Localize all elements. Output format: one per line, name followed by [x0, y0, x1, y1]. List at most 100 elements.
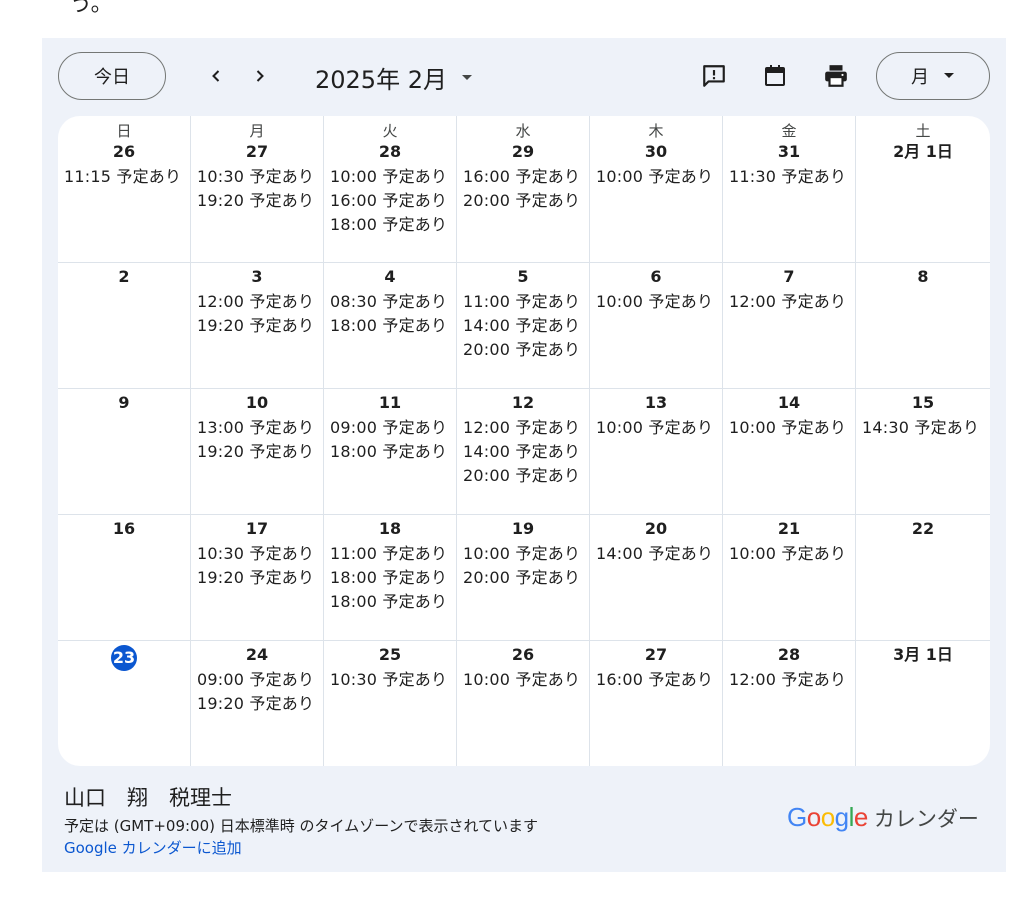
event-item[interactable]: 08:30 予定あり: [330, 290, 456, 314]
event-item[interactable]: 19:20 予定あり: [197, 440, 323, 464]
day-cell[interactable]: 日 26 11:15 予定あり: [58, 116, 191, 263]
date-number[interactable]: 11: [379, 393, 401, 413]
event-item[interactable]: 18:00 予定あり: [330, 314, 456, 338]
day-cell[interactable]: 21 10:00 予定あり: [723, 515, 856, 641]
event-item[interactable]: 10:00 予定あり: [463, 542, 589, 566]
date-number[interactable]: 18: [379, 519, 401, 539]
day-cell[interactable]: 水 29 16:00 予定あり 20:00 予定あり: [457, 116, 590, 263]
day-cell[interactable]: 月 27 10:30 予定あり 19:20 予定あり: [191, 116, 324, 263]
view-selector-dropdown[interactable]: 月: [876, 52, 990, 100]
date-number[interactable]: 28: [778, 645, 800, 665]
event-item[interactable]: 10:00 予定あり: [596, 165, 722, 189]
day-cell[interactable]: 15 14:30 予定あり: [856, 389, 990, 515]
previous-month-button[interactable]: [198, 58, 234, 94]
event-item[interactable]: 18:00 予定あり: [330, 566, 456, 590]
add-to-google-calendar-link[interactable]: Google カレンダーに追加: [64, 837, 242, 858]
date-number[interactable]: 26: [113, 142, 135, 162]
feedback-button[interactable]: [698, 60, 730, 92]
date-number[interactable]: 10: [246, 393, 268, 413]
date-number[interactable]: 2月 1日: [893, 142, 953, 162]
day-cell[interactable]: 土 2月 1日: [856, 116, 990, 263]
month-title-dropdown[interactable]: 2025年 2月: [315, 60, 473, 95]
day-cell[interactable]: 火 28 10:00 予定あり 16:00 予定あり 18:00 予定あり: [324, 116, 457, 263]
event-item[interactable]: 10:00 予定あり: [729, 542, 855, 566]
event-item[interactable]: 20:00 予定あり: [463, 566, 589, 590]
day-cell[interactable]: 19 10:00 予定あり 20:00 予定あり: [457, 515, 590, 641]
date-number[interactable]: 8: [917, 267, 928, 287]
event-item[interactable]: 18:00 予定あり: [330, 440, 456, 464]
day-cell[interactable]: 5 11:00 予定あり 14:00 予定あり 20:00 予定あり: [457, 263, 590, 389]
date-number[interactable]: 16: [113, 519, 135, 539]
event-item[interactable]: 10:30 予定あり: [197, 542, 323, 566]
date-number[interactable]: 17: [246, 519, 268, 539]
day-cell[interactable]: 24 09:00 予定あり 19:20 予定あり: [191, 641, 324, 766]
date-number[interactable]: 25: [379, 645, 401, 665]
date-number[interactable]: 20: [645, 519, 667, 539]
date-number[interactable]: 3月 1日: [893, 645, 953, 665]
day-cell[interactable]: 14 10:00 予定あり: [723, 389, 856, 515]
date-number[interactable]: 21: [778, 519, 800, 539]
date-number[interactable]: 27: [246, 142, 268, 162]
print-button[interactable]: [820, 60, 852, 92]
today-button[interactable]: 今日: [58, 52, 166, 100]
event-item[interactable]: 19:20 予定あり: [197, 566, 323, 590]
day-cell[interactable]: 26 10:00 予定あり: [457, 641, 590, 766]
day-cell[interactable]: 17 10:30 予定あり 19:20 予定あり: [191, 515, 324, 641]
event-item[interactable]: 10:00 予定あり: [729, 416, 855, 440]
day-cell[interactable]: 3 12:00 予定あり 19:20 予定あり: [191, 263, 324, 389]
day-cell[interactable]: 6 10:00 予定あり: [590, 263, 723, 389]
event-item[interactable]: 10:00 予定あり: [330, 165, 456, 189]
day-cell[interactable]: 11 09:00 予定あり 18:00 予定あり: [324, 389, 457, 515]
day-cell[interactable]: 8: [856, 263, 990, 389]
event-item[interactable]: 14:00 予定あり: [463, 314, 589, 338]
date-number[interactable]: 22: [912, 519, 934, 539]
date-number[interactable]: 12: [512, 393, 534, 413]
date-number[interactable]: 29: [512, 142, 534, 162]
next-month-button[interactable]: [242, 58, 278, 94]
event-item[interactable]: 19:20 予定あり: [197, 314, 323, 338]
event-item[interactable]: 20:00 予定あり: [463, 338, 589, 362]
date-number[interactable]: 28: [379, 142, 401, 162]
day-cell[interactable]: 3月 1日: [856, 641, 990, 766]
day-cell[interactable]: 12 12:00 予定あり 14:00 予定あり 20:00 予定あり: [457, 389, 590, 515]
date-number[interactable]: 7: [783, 267, 794, 287]
event-item[interactable]: 18:00 予定あり: [330, 213, 456, 237]
calendar-view-button[interactable]: [759, 60, 791, 92]
day-cell[interactable]: 22: [856, 515, 990, 641]
event-item[interactable]: 11:00 予定あり: [330, 542, 456, 566]
day-cell[interactable]: 金 31 11:30 予定あり: [723, 116, 856, 263]
day-cell[interactable]: 7 12:00 予定あり: [723, 263, 856, 389]
day-cell[interactable]: 10 13:00 予定あり 19:20 予定あり: [191, 389, 324, 515]
day-cell[interactable]: 20 14:00 予定あり: [590, 515, 723, 641]
day-cell[interactable]: 13 10:00 予定あり: [590, 389, 723, 515]
event-item[interactable]: 16:00 予定あり: [596, 668, 722, 692]
today-date-number[interactable]: 23: [111, 645, 137, 671]
event-item[interactable]: 18:00 予定あり: [330, 590, 456, 614]
event-item[interactable]: 16:00 予定あり: [330, 189, 456, 213]
event-item[interactable]: 11:00 予定あり: [463, 290, 589, 314]
event-item[interactable]: 10:00 予定あり: [596, 290, 722, 314]
event-item[interactable]: 20:00 予定あり: [463, 464, 589, 488]
date-number[interactable]: 4: [384, 267, 395, 287]
event-item[interactable]: 12:00 予定あり: [729, 668, 855, 692]
day-cell[interactable]: 27 16:00 予定あり: [590, 641, 723, 766]
event-item[interactable]: 13:00 予定あり: [197, 416, 323, 440]
event-item[interactable]: 12:00 予定あり: [729, 290, 855, 314]
date-number[interactable]: 5: [517, 267, 528, 287]
event-item[interactable]: 14:30 予定あり: [862, 416, 990, 440]
date-number[interactable]: 2: [118, 267, 129, 287]
date-number[interactable]: 30: [645, 142, 667, 162]
day-cell[interactable]: 28 12:00 予定あり: [723, 641, 856, 766]
date-number[interactable]: 14: [778, 393, 800, 413]
date-number[interactable]: 31: [778, 142, 800, 162]
day-cell[interactable]: 4 08:30 予定あり 18:00 予定あり: [324, 263, 457, 389]
day-cell[interactable]: 2: [58, 263, 191, 389]
date-number[interactable]: 24: [246, 645, 268, 665]
day-cell[interactable]: 18 11:00 予定あり 18:00 予定あり 18:00 予定あり: [324, 515, 457, 641]
day-cell[interactable]: 23: [58, 641, 191, 766]
date-number[interactable]: 13: [645, 393, 667, 413]
day-cell[interactable]: 16: [58, 515, 191, 641]
event-item[interactable]: 19:20 予定あり: [197, 189, 323, 213]
date-number[interactable]: 26: [512, 645, 534, 665]
event-item[interactable]: 10:30 予定あり: [197, 165, 323, 189]
